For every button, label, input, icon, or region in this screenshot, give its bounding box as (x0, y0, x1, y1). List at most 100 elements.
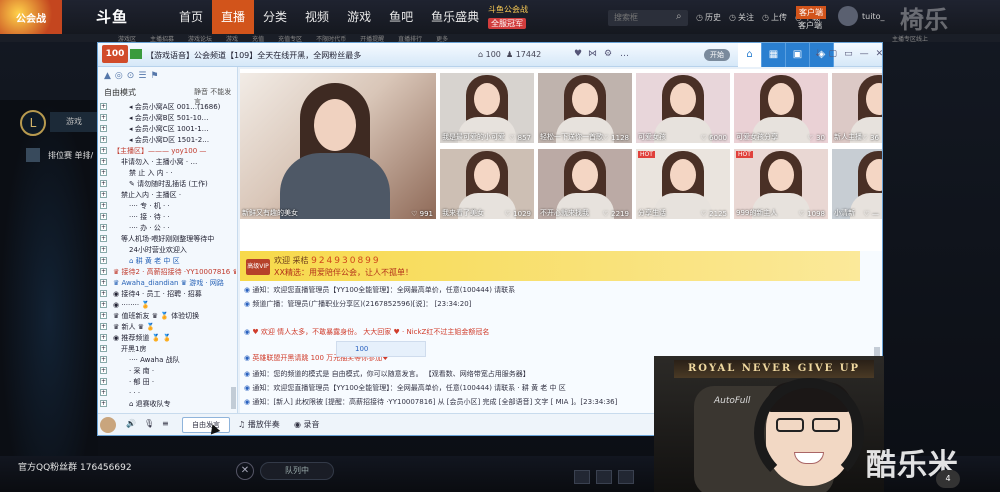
heart-icon[interactable]: ♥ (574, 49, 582, 59)
channel-item[interactable]: + ···· 办 · 公 · · (100, 222, 236, 233)
expand-icon[interactable]: + (100, 290, 107, 297)
mic-small-icon[interactable] (618, 470, 634, 484)
speaker-icon[interactable]: 🔊 (126, 419, 136, 428)
expand-icon[interactable]: + (100, 191, 107, 198)
screen-icon[interactable]: ▣ (786, 43, 810, 67)
channel-item[interactable]: + ♛ 接待2 · 高薪招接待 ·YY10007816 ♛ (100, 266, 236, 277)
stream-thumbnail[interactable]: 轻松一下送你一首歌 ♡ 1128 (538, 73, 632, 143)
channel-item[interactable]: +24小时营业欢迎入 (100, 244, 236, 255)
rank-mode-label[interactable]: 排位赛 单排/ (48, 150, 93, 161)
expand-icon[interactable]: + (100, 279, 107, 286)
promo-badge[interactable]: 公会战 (0, 0, 62, 34)
mic-icon[interactable]: 🎙 (144, 419, 154, 428)
chat-message[interactable]: ◉ ♥ 欢迎 情人太多，不敢暴露身份。 大大回家 ♥ · NickZ红不过主姐金… (244, 327, 489, 337)
chat-icon[interactable] (574, 470, 590, 484)
expand-icon[interactable]: + (100, 400, 107, 407)
channel-item[interactable]: + ◂ 会员小窝D区 1501-2… (100, 134, 236, 145)
nav-item-1[interactable]: 直播 (212, 0, 255, 34)
chat-message[interactable]: ◉ 通知：您的频道的模式是 自由模式，你可以随意发言。 【观看数、网络带宽占用服… (244, 369, 530, 379)
eq-icon[interactable]: ≡ (162, 419, 169, 428)
nav-item-3[interactable]: 视频 (296, 0, 338, 34)
expand-icon[interactable]: + (100, 378, 107, 385)
record-button[interactable]: ◉ 录音 (294, 419, 320, 430)
expand-icon[interactable]: + (100, 356, 107, 363)
channel-item[interactable]: + ◉ 接待4 · 员工 · 招聘 · 招募 (100, 288, 236, 299)
stream-thumbnail[interactable]: 不开心就来找我 ♡ 2219 (538, 149, 632, 219)
event-banner[interactable]: 100 (336, 341, 426, 357)
stream-thumbnail[interactable]: 我是最可爱的小可爱 ♡ 857 (440, 73, 534, 143)
stream-thumbnail[interactable]: 我来看了美女 ♡ 1029 (440, 149, 534, 219)
self-avatar[interactable] (100, 417, 116, 433)
expand-icon[interactable]: + (100, 345, 107, 352)
nav-item-2[interactable]: 分类 (254, 0, 296, 34)
stream-thumbnail[interactable]: HOT 分享生活 ♡ 2125 (636, 149, 730, 219)
restore-icon[interactable]: ▢ (829, 49, 838, 59)
lol-logo-icon[interactable]: L (20, 110, 46, 136)
channel-item[interactable]: + 禁 止 入 内 · · (100, 167, 236, 178)
channel-item[interactable]: + 【主播区】——— yoy100 — (100, 145, 236, 156)
stream-thumbnail[interactable]: 可爱女孩分享 ♡ 30 (734, 73, 828, 143)
expand-icon[interactable]: + (100, 389, 107, 396)
expand-icon[interactable]: + (100, 268, 107, 275)
settings-icon[interactable]: ⚙ (604, 49, 612, 59)
channel-item[interactable]: + · 郁 田 · (100, 376, 236, 387)
close-queue-icon[interactable]: ✕ (236, 462, 254, 480)
start-toggle[interactable]: 开始 (704, 49, 730, 61)
stream-thumbnail[interactable]: 可爱女孩 ♡ 6000 (636, 73, 730, 143)
channel-item[interactable]: + ◂ 会员小窝C区 1001-1… (100, 123, 236, 134)
friends-icon[interactable] (596, 470, 612, 484)
free-speech-button[interactable]: 自由发言 (182, 417, 230, 433)
tree-scrollbar[interactable] (231, 387, 236, 409)
expand-icon[interactable]: + (100, 136, 107, 143)
nav-item-4[interactable]: 游戏 (338, 0, 380, 34)
chat-message[interactable]: ◉ 频道广播：管理员(广播职业分享区)(2167852596)[说]： [23:… (244, 299, 471, 309)
client-download-label[interactable]: 客户端 (798, 20, 822, 31)
stream-thumbnail[interactable]: 新人主播 ♡ 36 (832, 73, 882, 143)
expand-icon[interactable]: + (100, 301, 107, 308)
expand-icon[interactable]: + (100, 158, 107, 165)
toolbar-item-0[interactable]: ◷ 历史 (696, 12, 721, 23)
expand-icon[interactable]: + (100, 147, 107, 154)
expand-icon[interactable]: + (100, 334, 107, 341)
expand-icon[interactable]: + (100, 169, 107, 176)
stream-thumbnail[interactable]: 小清新 ♡ — (832, 149, 882, 219)
user-avatar[interactable] (838, 6, 858, 26)
queue-button[interactable]: 队列中 (260, 462, 334, 480)
expand-icon[interactable]: + (100, 224, 107, 231)
chat-message[interactable]: ◉ 通知：欢迎您直播管理员【YY100全能管理】：全网最高单价，任意(10044… (244, 285, 515, 295)
expand-icon[interactable]: + (100, 202, 107, 209)
channel-item[interactable]: + ···· 专 · 机 · · (100, 200, 236, 211)
game-tab[interactable]: 游戏 (50, 112, 98, 132)
play-accompaniment-button[interactable]: ♫ 播放伴奏 (238, 419, 280, 430)
welcome-user[interactable]: 采桔 (293, 256, 309, 265)
location-icon[interactable]: ⊙ (127, 71, 135, 81)
channel-item[interactable]: + ···· 接 · 待 · · (100, 211, 236, 222)
channel-item[interactable]: + ◂ 会员小窝B区 501-10… (100, 112, 236, 123)
channel-item[interactable]: + ♛ Awaha_diandian ♛ 游戏 · 网路 (100, 277, 236, 288)
toolbar-item-1[interactable]: ◷ 关注 (729, 12, 754, 23)
expand-icon[interactable]: + (100, 213, 107, 220)
more-icon[interactable]: … (620, 49, 629, 59)
user-icon[interactable]: ◎ (115, 71, 123, 81)
channel-item[interactable]: + ◉ 推荐频道 🏅 🏅 (100, 332, 236, 343)
filter-icon[interactable]: ▲ (104, 71, 111, 81)
channel-item[interactable]: + · 采 南 · (100, 365, 236, 376)
subbar-right-link[interactable]: 主播专区线上 (892, 34, 928, 43)
expand-icon[interactable]: + (100, 180, 107, 187)
close-icon[interactable]: ✕ (876, 49, 884, 59)
expand-icon[interactable]: + (100, 114, 107, 121)
expand-icon[interactable]: + (100, 125, 107, 132)
stream-thumbnail[interactable]: HOT 999的新主人 ♡ 1098 (734, 149, 828, 219)
expand-icon[interactable]: + (100, 246, 107, 253)
list-icon[interactable]: ☰ (138, 71, 146, 81)
expand-icon[interactable]: + (100, 235, 107, 242)
channel-item[interactable]: + 禁止入内 · 主播区 · (100, 189, 236, 200)
channel-item[interactable]: + ✎ 请勿随时乱插话 (工作) (100, 178, 236, 189)
flag-icon[interactable]: ⚑ (150, 71, 158, 81)
user-name[interactable]: tuito_ (862, 12, 884, 21)
channel-item[interactable]: + 开黑1房 (100, 343, 236, 354)
minimize-icon[interactable]: — (860, 49, 869, 59)
expand-icon[interactable]: + (100, 312, 107, 319)
chat-message[interactable]: ◉ 通知：欢迎您直播管理员【YY100全能管理】：全网最高单价，任意(10044… (244, 383, 566, 393)
client-download-tag[interactable]: 客户端 (796, 6, 826, 19)
